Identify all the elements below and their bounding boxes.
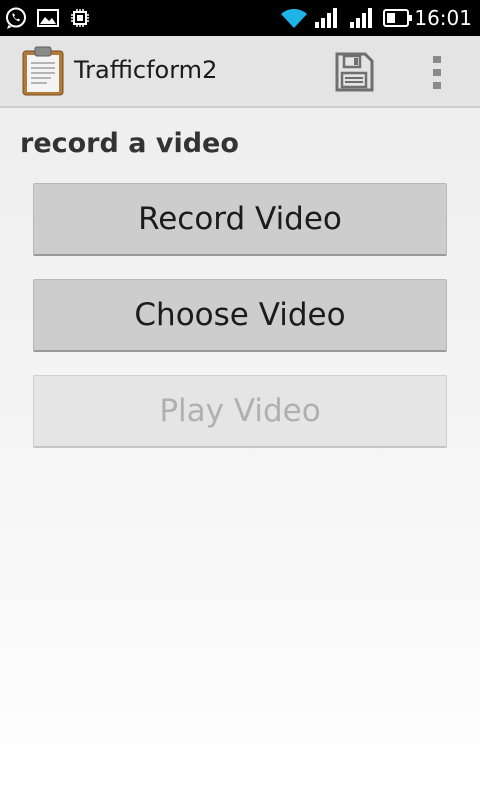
- choose-video-label: Choose Video: [134, 297, 346, 333]
- play-video-button[interactable]: Play Video: [33, 375, 447, 448]
- signal-icon: [350, 8, 372, 28]
- section-title: record a video: [20, 128, 239, 159]
- whatsapp-icon: [6, 7, 26, 29]
- record-video-button[interactable]: Record Video: [33, 183, 447, 256]
- app-title: Trafficform2: [74, 56, 218, 84]
- wifi-icon: [281, 8, 307, 28]
- record-video-label: Record Video: [138, 201, 342, 237]
- action-bar: Trafficform2: [0, 36, 480, 108]
- choose-video-button[interactable]: Choose Video: [33, 279, 447, 352]
- status-time: 16:01: [414, 6, 472, 30]
- save-icon[interactable]: [330, 48, 378, 96]
- clipboard-icon: [22, 46, 64, 96]
- overflow-menu-icon[interactable]: [420, 48, 456, 96]
- image-icon: [37, 9, 59, 27]
- battery-icon: [383, 9, 412, 27]
- status-bar: 16:01: [0, 0, 480, 36]
- chip-icon: [71, 9, 89, 27]
- signal-icon: [315, 8, 337, 28]
- play-video-label: Play Video: [159, 393, 321, 429]
